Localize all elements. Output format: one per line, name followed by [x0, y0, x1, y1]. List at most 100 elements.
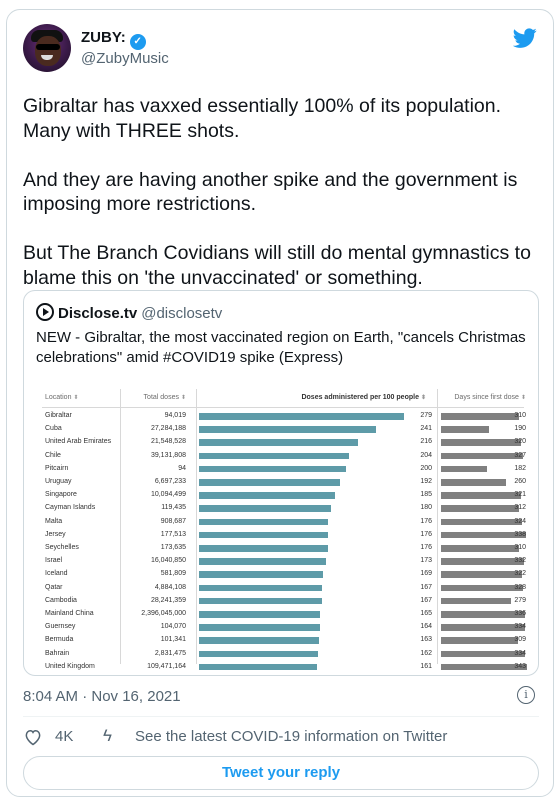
per-100-bar: [199, 650, 319, 658]
cell-total-doses: 16,040,850: [150, 557, 186, 565]
cell-location: United Arab Emirates: [45, 438, 112, 446]
sort-icon: ⬍: [520, 395, 526, 401]
cell-total-doses: 104,070: [160, 623, 186, 631]
like-count[interactable]: 4K: [55, 728, 73, 745]
quoted-author-name: Disclose.tv: [58, 305, 138, 322]
cell-location: Gibraltar: [45, 412, 72, 419]
cell-location: Singapore: [45, 491, 77, 499]
tweet-body: Gibraltar has vaxxed essentially 100% of…: [23, 94, 543, 290]
cell-days: 182: [514, 464, 526, 472]
cell-total-doses: 908,687: [160, 517, 186, 525]
cell-total-doses: 21,548,528: [150, 438, 186, 446]
cell-days: 334: [514, 623, 526, 631]
cell-days: 324: [514, 517, 526, 525]
cell-per-100: 216: [420, 438, 432, 446]
cell-location: Pitcairn: [45, 464, 69, 472]
cell-location: Bahrain: [45, 649, 70, 657]
table-row: Jersey 177,513 176 338: [36, 529, 528, 542]
table-row: Israel 16,040,850 173 332: [36, 555, 528, 568]
cell-days: 310: [514, 412, 526, 419]
cell-location: Qatar: [45, 583, 63, 591]
cell-days: 260: [514, 478, 526, 485]
column-header-location-label: Location: [45, 394, 72, 401]
column-header-per-100: Doses administered per 100 people ⬍: [196, 394, 426, 401]
per-100-bar: [199, 479, 341, 486]
quoted-tweet[interactable]: Disclose.tv @disclosetv NEW - Gibraltar, …: [23, 290, 539, 676]
cell-location: Israel: [45, 557, 63, 565]
table-row: United Arab Emirates 21,548,528 216 320: [36, 436, 528, 449]
cell-per-100: 192: [420, 478, 432, 485]
table-row: Qatar 4,884,108 167 328: [36, 582, 528, 595]
author-avatar[interactable]: [23, 24, 71, 72]
sort-icon: ⬍: [420, 395, 426, 401]
cell-days: 190: [514, 425, 526, 433]
table-row: Malta 908,687 176 324: [36, 516, 528, 529]
per-100-bar: [199, 571, 324, 578]
per-100-bar: [199, 584, 322, 592]
cell-location: Iceland: [45, 570, 68, 578]
cell-location: Guernsey: [45, 623, 76, 631]
tweet-reply-button[interactable]: Tweet your reply: [23, 756, 539, 790]
cell-total-doses: 119,435: [161, 504, 186, 512]
cell-per-100: 176: [420, 517, 432, 525]
cell-per-100: 161: [420, 662, 432, 670]
avatar-sunglasses: [36, 44, 60, 50]
sort-icon: ⬍: [180, 395, 186, 401]
column-header-days-label: Days since first dose: [454, 394, 519, 401]
cell-total-doses: 173,635: [160, 544, 186, 551]
per-100-bar: [199, 413, 404, 420]
author-name-text[interactable]: ZUBY:: [81, 29, 126, 46]
cell-total-doses: 39,131,808: [150, 451, 186, 459]
author-handle[interactable]: @ZubyMusic: [81, 50, 169, 67]
per-100-bar: [199, 611, 321, 618]
cell-location: Bermuda: [45, 636, 74, 644]
table-row: Pitcairn 94 200 182: [36, 463, 528, 476]
per-100-bar: [199, 426, 377, 433]
cell-days: 332: [514, 557, 526, 565]
info-icon[interactable]: i: [517, 686, 535, 704]
cell-per-100: 162: [420, 649, 432, 657]
per-100-bar: [199, 624, 320, 631]
twitter-bird-icon[interactable]: [513, 26, 537, 50]
cell-per-100: 164: [420, 623, 432, 631]
per-100-bar: [199, 531, 329, 539]
cell-days: 334: [514, 649, 526, 657]
quoted-author-handle: @disclosetv: [141, 305, 223, 322]
cell-total-doses: 109,471,164: [147, 662, 186, 670]
per-100-bar: [199, 492, 335, 499]
cell-days: 320: [514, 438, 526, 446]
cell-location: Chile: [45, 451, 61, 459]
cell-per-100: 169: [420, 570, 432, 578]
per-100-bar: [199, 452, 349, 460]
cell-location: Uruguay: [45, 478, 72, 485]
vaccination-table-image[interactable]: Location ⬍ Total doses ⬍ Doses administere…: [36, 381, 528, 671]
tweet-timestamp[interactable]: 8:04 AM · Nov 16, 2021: [23, 688, 181, 705]
covid-info-link[interactable]: See the latest COVID-19 information on T…: [135, 728, 447, 745]
cell-per-100: 200: [420, 464, 432, 472]
table-row: Cambodia 28,241,359 167 279: [36, 595, 528, 608]
cell-location: Seychelles: [45, 544, 79, 551]
cell-per-100: 180: [420, 504, 432, 512]
cell-total-doses: 10,094,499: [150, 491, 186, 499]
avatar-face: [35, 36, 61, 66]
cell-total-doses: 94: [178, 464, 186, 472]
cell-days: 343: [514, 662, 526, 670]
cell-days: 328: [514, 583, 526, 591]
cell-total-doses: 4,884,108: [154, 583, 186, 591]
cell-total-doses: 581,809: [160, 570, 186, 578]
cell-days: 336: [514, 610, 526, 617]
cell-days: 310: [514, 544, 526, 551]
per-100-bar: [199, 637, 319, 644]
heart-icon[interactable]: [23, 727, 43, 747]
author-name[interactable]: ZUBY: ✓: [81, 29, 146, 50]
cell-per-100: 279: [420, 412, 432, 419]
cell-per-100: 204: [420, 451, 432, 459]
cell-total-doses: 101,341: [160, 636, 186, 644]
per-100-bar: [199, 597, 322, 605]
table-row: Chile 39,131,808 204 327: [36, 450, 528, 463]
cell-location: Malta: [45, 517, 63, 525]
table-row: Cayman Islands 119,435 180 312: [36, 502, 528, 515]
cell-per-100: 173: [420, 557, 432, 565]
table-row: Uruguay 6,697,233 192 260: [36, 476, 528, 489]
column-header-location: Location ⬍: [45, 394, 79, 401]
